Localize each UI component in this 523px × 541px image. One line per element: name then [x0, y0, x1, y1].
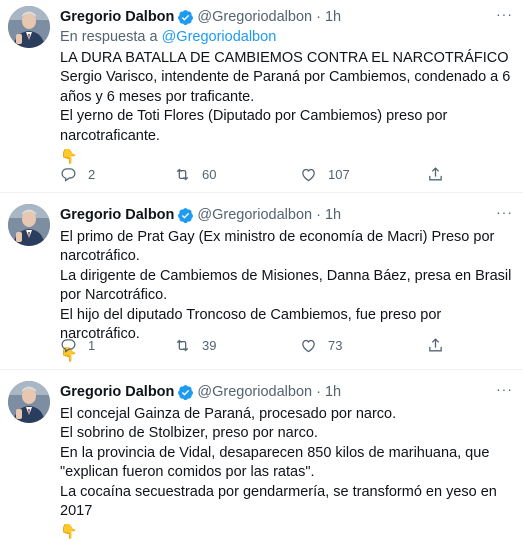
more-icon[interactable]: ···	[496, 204, 513, 220]
avatar-image-icon	[8, 381, 50, 423]
tweet-text: El concejal Gainza de Paraná, procesado …	[60, 405, 513, 521]
retweet-button[interactable]: 39	[174, 337, 216, 354]
reply-count: 1	[88, 337, 96, 353]
like-button[interactable]: 107	[300, 166, 350, 183]
verified-badge-icon	[178, 9, 194, 25]
more-icon[interactable]: ···	[496, 6, 513, 22]
tweet-actions: 1 39 73	[60, 335, 450, 355]
separator-dot: ·	[316, 384, 321, 400]
verified-badge-icon	[178, 207, 194, 223]
tweet-text-line: El yerno de Toti Flores (Diputado por Ca…	[60, 108, 448, 144]
tweet[interactable]: Gregorio Dalbon @Gregoriodalbon · 1h ···…	[0, 193, 523, 370]
tweet-text-line: Sergio Varisco, intendente de Paraná por…	[60, 69, 511, 105]
retweet-count: 39	[202, 337, 217, 353]
author-handle[interactable]: @Gregoriodalbon	[197, 384, 312, 400]
reply-icon	[61, 338, 76, 353]
avatar-image-icon	[8, 204, 50, 246]
retweet-count: 60	[202, 166, 217, 182]
share-icon	[429, 166, 442, 180]
point-down-emoji: 👇	[60, 523, 78, 540]
retweet-icon	[176, 168, 189, 180]
retweet-icon	[176, 339, 189, 351]
like-button[interactable]: 73	[300, 337, 342, 354]
tweet-actions: 2 60 107	[60, 164, 450, 184]
tweet-header: Gregorio Dalbon @Gregoriodalbon · 1h ···	[60, 381, 513, 403]
like-count: 107	[328, 166, 350, 182]
tweet-text: El primo de Prat Gay (Ex ministro de eco…	[60, 228, 513, 344]
tweet-header: Gregorio Dalbon @Gregoriodalbon · 1h ···	[60, 6, 513, 28]
reply-button[interactable]: 2	[60, 166, 95, 183]
tweet-text-line: El primo de Prat Gay (Ex ministro de eco…	[60, 229, 495, 265]
avatar[interactable]	[8, 204, 50, 246]
tweet-text-line: El sobrino de Stolbizer, preso por narco…	[60, 425, 318, 442]
share-icon	[429, 337, 442, 351]
share-button[interactable]	[427, 337, 455, 354]
share-button[interactable]	[427, 166, 455, 183]
tweet[interactable]: Gregorio Dalbon @Gregoriodalbon · 1h ···…	[0, 0, 523, 193]
reply-prefix: En respuesta a	[60, 29, 158, 45]
avatar-image-icon	[8, 6, 50, 48]
tweet-timeline: Gregorio Dalbon @Gregoriodalbon · 1h ···…	[0, 0, 523, 539]
tweet-text-line: La dirigente de Cambiemos de Misiones, D…	[60, 267, 512, 304]
tweet-text-line: En la provincia de Vidal, desaparecen 85…	[60, 444, 490, 481]
separator-dot: ·	[316, 207, 321, 223]
reply-button[interactable]: 1	[60, 337, 95, 354]
tweet[interactable]: Gregorio Dalbon @Gregoriodalbon · 1h ···…	[0, 370, 523, 539]
tweet-header: Gregorio Dalbon @Gregoriodalbon · 1h ···	[60, 204, 513, 226]
like-count: 73	[328, 337, 343, 353]
separator-dot: ·	[316, 9, 321, 25]
like-icon	[302, 168, 315, 181]
like-icon	[302, 339, 315, 352]
author-name[interactable]: Gregorio Dalbon	[60, 207, 174, 223]
tweet-text-line: El concejal Gainza de Paraná, procesado …	[60, 406, 397, 422]
tweet-text-line: La cocaína secuestrada por gendarmería, …	[60, 483, 497, 520]
author-handle[interactable]: @Gregoriodalbon	[197, 207, 312, 223]
more-icon[interactable]: ···	[496, 381, 513, 397]
author-handle[interactable]: @Gregoriodalbon	[197, 9, 312, 25]
tweet-text: LA DURA BATALLA DE CAMBIEMOS CONTRA EL N…	[60, 49, 513, 146]
avatar[interactable]	[8, 381, 50, 423]
verified-badge-icon	[178, 384, 194, 400]
author-name[interactable]: Gregorio Dalbon	[60, 9, 174, 25]
author-name[interactable]: Gregorio Dalbon	[60, 384, 174, 400]
avatar[interactable]	[8, 6, 50, 48]
timestamp[interactable]: 1h	[325, 384, 341, 400]
tweet-text-line: LA DURA BATALLA DE CAMBIEMOS CONTRA EL N…	[60, 50, 509, 66]
reply-icon	[61, 167, 76, 182]
timestamp[interactable]: 1h	[325, 9, 341, 25]
reply-mention-link[interactable]: @Gregoriodalbon	[162, 29, 277, 45]
reply-count: 2	[88, 166, 96, 182]
retweet-button[interactable]: 60	[174, 166, 216, 183]
reply-context: En respuesta a @Gregoriodalbon	[60, 28, 513, 47]
timestamp[interactable]: 1h	[325, 207, 341, 223]
